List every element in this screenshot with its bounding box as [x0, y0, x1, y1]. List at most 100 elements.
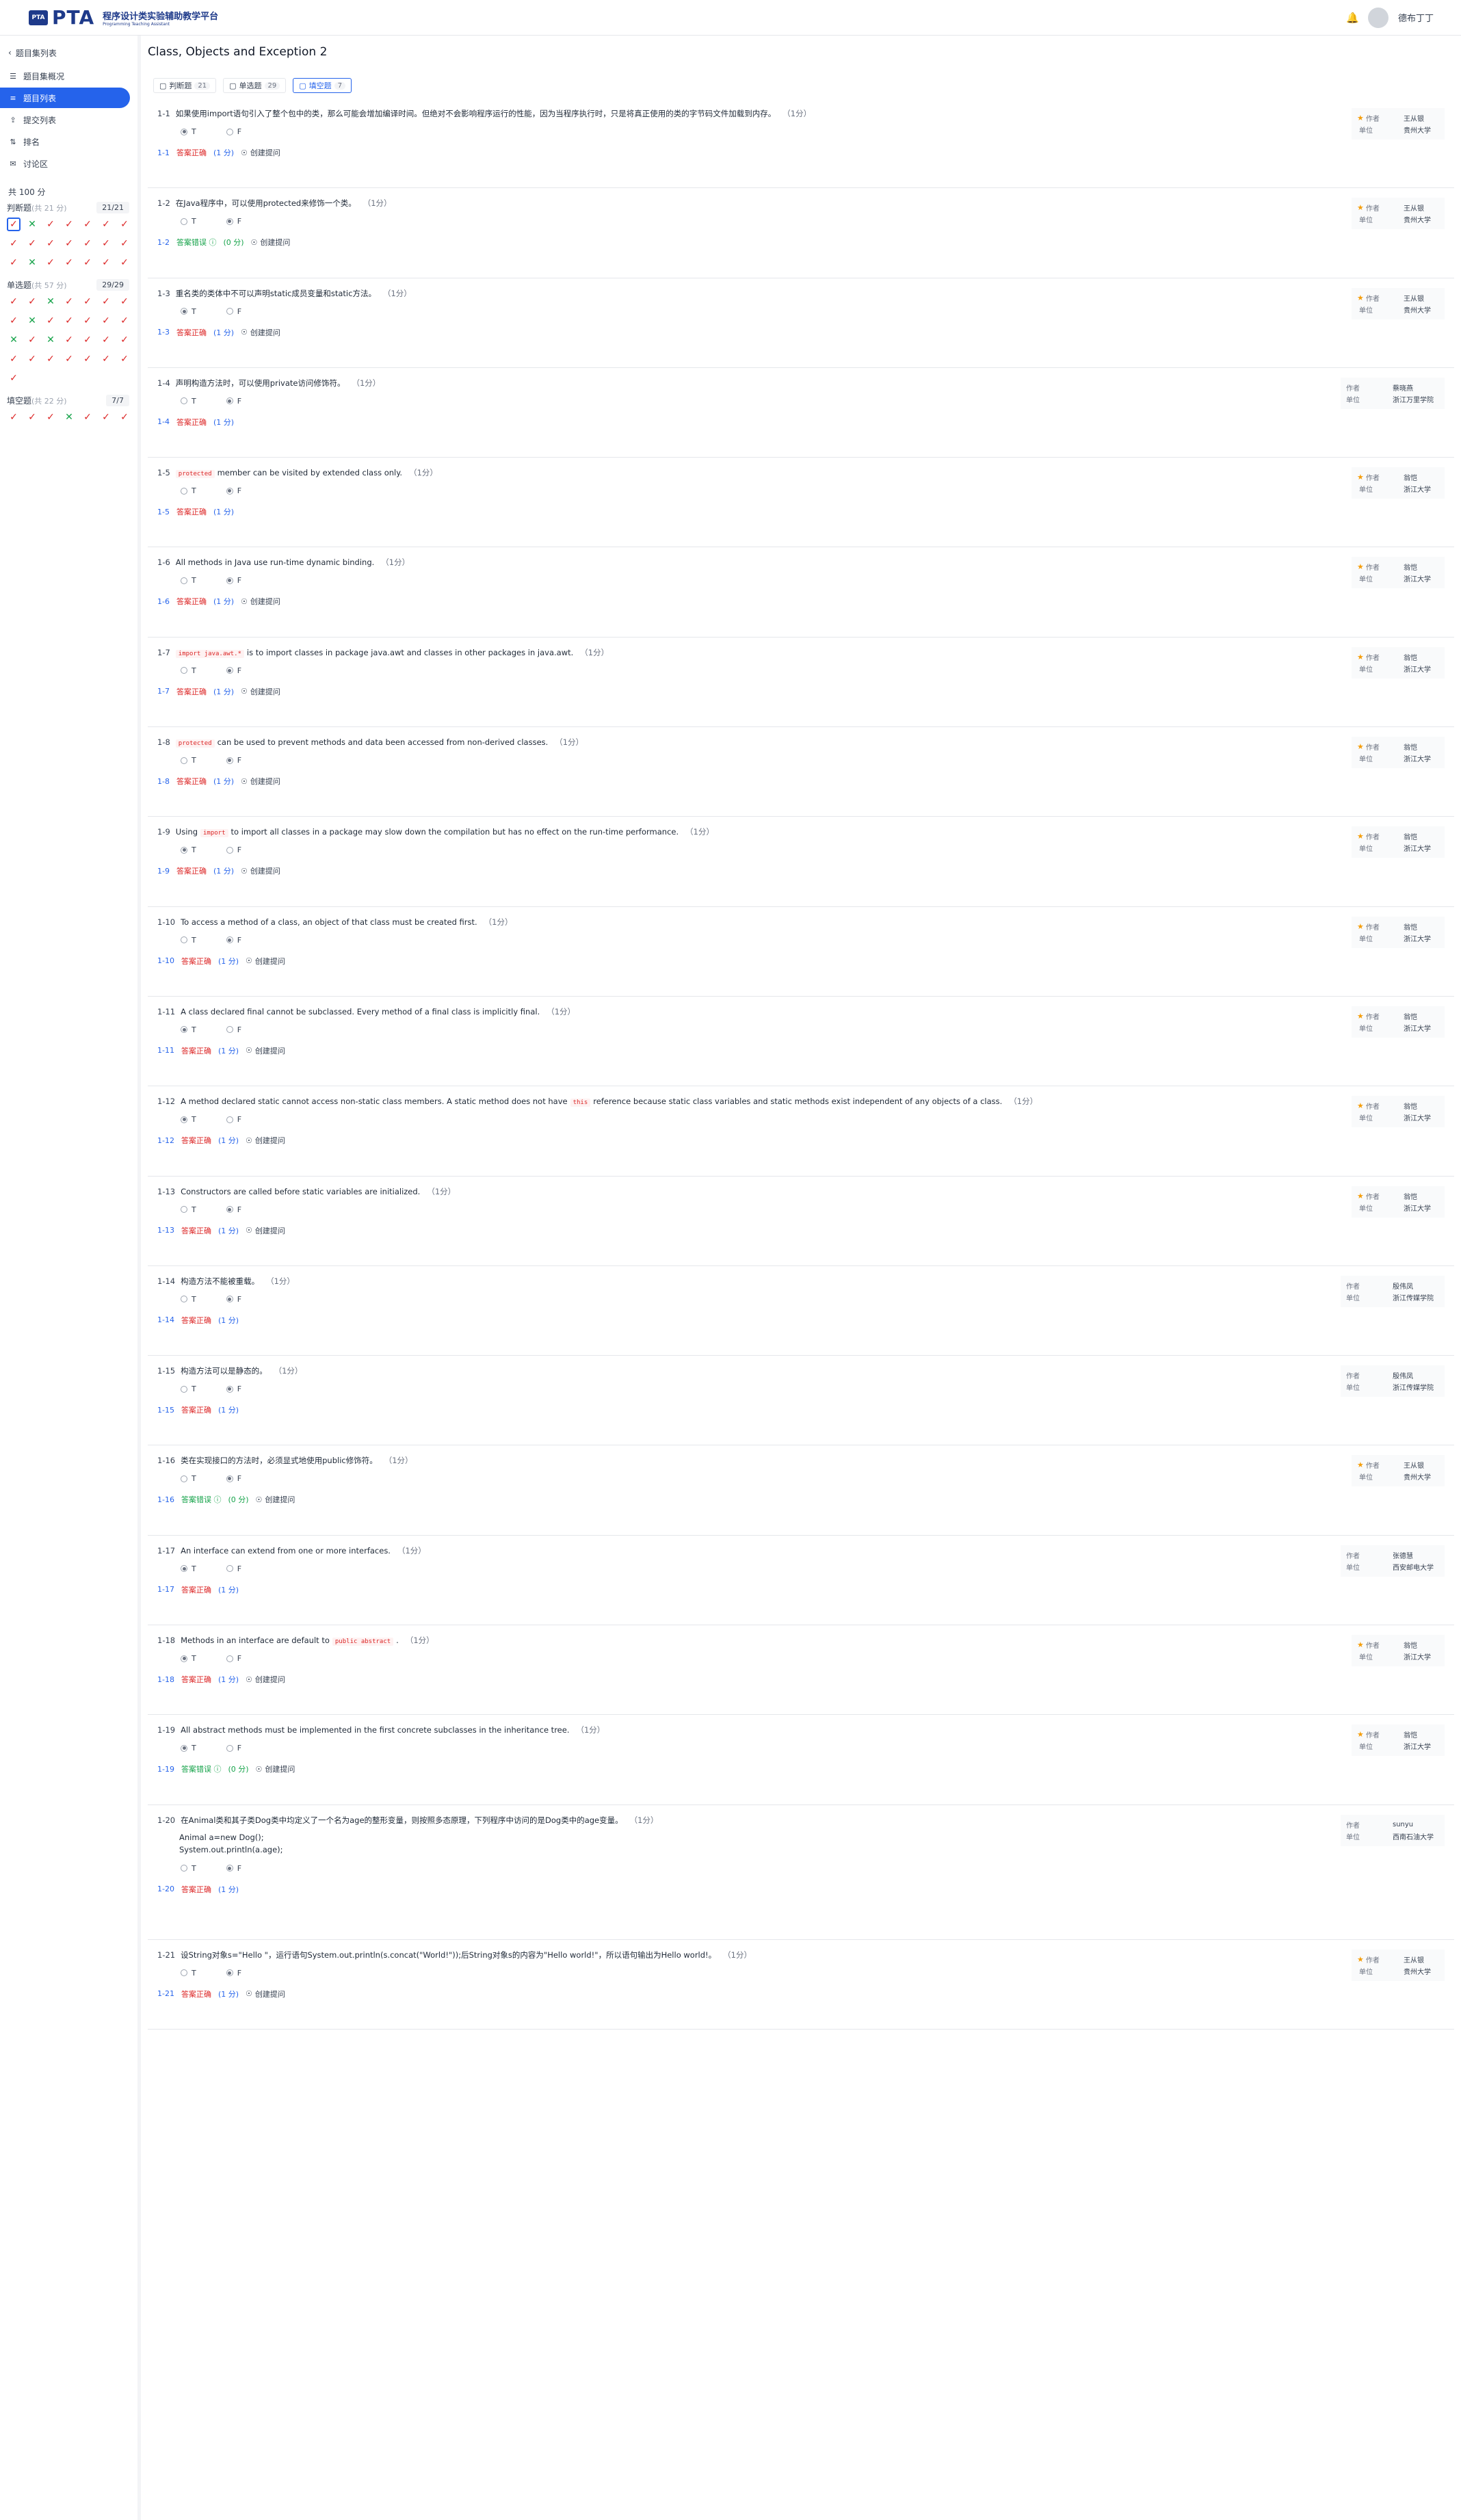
option-t[interactable]: T — [181, 1474, 196, 1483]
radio-button[interactable] — [226, 1385, 233, 1393]
check-icon[interactable]: ✓ — [7, 352, 21, 366]
option-f[interactable]: F — [226, 1115, 241, 1124]
sidebar-item-1[interactable]: ≡ 题目列表 — [0, 88, 130, 108]
create-question-button[interactable]: ☉ 创建提问 — [256, 1494, 295, 1505]
radio-button[interactable] — [181, 218, 187, 225]
author-name[interactable]: 翁恺 — [1404, 1640, 1417, 1650]
radio-button[interactable] — [181, 1865, 187, 1872]
radio-button[interactable] — [181, 1969, 187, 1977]
tab-1[interactable]: ▢ 单选题 29 — [223, 78, 287, 93]
option-t[interactable]: T — [181, 756, 196, 765]
check-icon[interactable]: ✓ — [25, 352, 39, 366]
author-name[interactable]: 翁恺 — [1404, 1729, 1417, 1740]
check-icon[interactable]: ✓ — [118, 352, 131, 366]
author-name[interactable]: 翁恺 — [1404, 741, 1417, 752]
option-f[interactable]: F — [226, 1864, 241, 1873]
option-f[interactable]: F — [226, 307, 241, 316]
check-icon[interactable]: ✓ — [81, 237, 94, 250]
problem-id-link[interactable]: 1-13 — [157, 1226, 174, 1235]
option-f[interactable]: F — [226, 397, 241, 406]
sidebar-item-4[interactable]: ✉ 讨论区 — [0, 153, 137, 174]
radio-button[interactable] — [226, 757, 233, 764]
check-icon[interactable]: ✓ — [44, 410, 57, 424]
problem-id-link[interactable]: 1-7 — [157, 687, 170, 696]
check-icon[interactable]: ✓ — [44, 314, 57, 328]
create-question-button[interactable]: ☉ 创建提问 — [256, 1763, 295, 1774]
option-f[interactable]: F — [226, 1564, 241, 1573]
check-icon[interactable]: ✓ — [118, 295, 131, 309]
option-t[interactable]: T — [181, 1295, 196, 1304]
problem-id-link[interactable]: 1-6 — [157, 597, 170, 606]
author-name[interactable]: 翁恺 — [1404, 472, 1417, 482]
check-icon[interactable]: ✓ — [7, 371, 21, 385]
radio-button[interactable] — [181, 846, 187, 854]
option-t[interactable]: T — [181, 1864, 196, 1873]
check-icon[interactable]: ✓ — [118, 410, 131, 424]
check-icon[interactable]: ✓ — [62, 295, 76, 309]
check-icon[interactable]: ✓ — [99, 410, 113, 424]
create-question-button[interactable]: ☉ 创建提问 — [241, 865, 280, 876]
author-name[interactable]: 王从银 — [1404, 293, 1424, 303]
check-icon[interactable]: ✓ — [81, 352, 94, 366]
check-icon[interactable]: ✓ — [62, 352, 76, 366]
radio-button[interactable] — [226, 218, 233, 225]
check-icon[interactable]: ✓ — [25, 237, 39, 250]
check-icon[interactable]: ✓ — [99, 314, 113, 328]
check-icon[interactable]: ✓ — [7, 237, 21, 250]
check-icon[interactable]: ✓ — [62, 237, 76, 250]
author-name[interactable]: 翁恺 — [1404, 1191, 1417, 1201]
check-icon[interactable]: ✓ — [118, 237, 131, 250]
bell-icon[interactable]: 🔔 — [1346, 12, 1359, 24]
check-icon[interactable]: ✓ — [99, 295, 113, 309]
check-icon[interactable]: ✓ — [118, 218, 131, 231]
check-icon[interactable]: ✓ — [25, 333, 39, 347]
check-icon[interactable]: ✓ — [44, 352, 57, 366]
option-f[interactable]: F — [226, 127, 241, 136]
check-icon[interactable]: ✓ — [99, 352, 113, 366]
radio-button[interactable] — [181, 397, 187, 405]
sidebar-item-2[interactable]: ⇪ 提交列表 — [0, 109, 137, 130]
radio-button[interactable] — [226, 1565, 233, 1573]
problem-id-link[interactable]: 1-9 — [157, 867, 170, 876]
radio-button[interactable] — [181, 308, 187, 315]
check-icon[interactable]: ✓ — [118, 314, 131, 328]
problem-id-link[interactable]: 1-5 — [157, 508, 170, 516]
option-t[interactable]: T — [181, 1205, 196, 1214]
cross-icon[interactable]: ✕ — [25, 218, 39, 231]
radio-button[interactable] — [181, 1116, 187, 1123]
problem-id-link[interactable]: 1-11 — [157, 1046, 174, 1055]
problem-id-link[interactable]: 1-15 — [157, 1406, 174, 1415]
radio-button[interactable] — [181, 1655, 187, 1662]
radio-button[interactable] — [226, 1475, 233, 1482]
check-icon[interactable]: ✓ — [44, 237, 57, 250]
problem-id-link[interactable]: 1-20 — [157, 1885, 174, 1893]
radio-button[interactable] — [181, 667, 187, 674]
author-name[interactable]: 翁恺 — [1404, 1101, 1417, 1111]
cross-icon[interactable]: ✕ — [25, 314, 39, 328]
check-icon[interactable]: ✓ — [44, 256, 57, 270]
sidebar-item-0[interactable]: ☰ 题目集概况 — [0, 66, 137, 86]
radio-button[interactable] — [226, 1296, 233, 1303]
check-icon[interactable]: ✓ — [7, 218, 21, 231]
option-t[interactable]: T — [181, 307, 196, 316]
problem-id-link[interactable]: 1-4 — [157, 417, 170, 426]
check-icon[interactable]: ✓ — [7, 256, 21, 270]
option-f[interactable]: F — [226, 845, 241, 854]
radio-button[interactable] — [226, 397, 233, 405]
problem-id-link[interactable]: 1-2 — [157, 238, 170, 247]
author-name[interactable]: 翁恺 — [1404, 562, 1417, 572]
check-icon[interactable]: ✓ — [7, 410, 21, 424]
author-name[interactable]: 翁恺 — [1404, 1011, 1417, 1021]
check-icon[interactable]: ✓ — [99, 218, 113, 231]
option-t[interactable]: T — [181, 1969, 196, 1978]
radio-button[interactable] — [181, 128, 187, 135]
problem-id-link[interactable]: 1-18 — [157, 1675, 174, 1684]
option-t[interactable]: T — [181, 486, 196, 495]
problem-id-link[interactable]: 1-17 — [157, 1585, 174, 1594]
radio-button[interactable] — [181, 1296, 187, 1303]
tab-0[interactable]: ▢ 判断题 21 — [153, 78, 217, 93]
radio-button[interactable] — [226, 1026, 233, 1034]
option-t[interactable]: T — [181, 1564, 196, 1573]
create-question-button[interactable]: ☉ 创建提问 — [246, 1135, 285, 1146]
option-t[interactable]: T — [181, 1025, 196, 1034]
